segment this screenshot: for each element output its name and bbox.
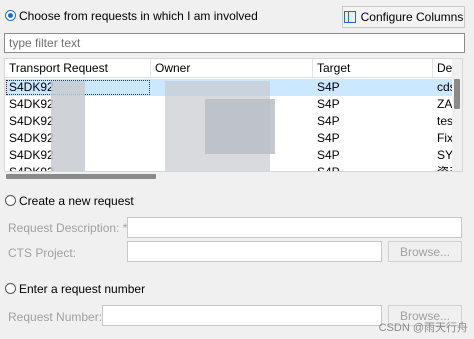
configure-columns-icon xyxy=(343,11,356,23)
cts-project-field[interactable] xyxy=(127,241,382,262)
cts-browse-button[interactable]: Browse... xyxy=(388,241,462,262)
watermark-text: CSDN @雨天行舟 xyxy=(378,322,468,334)
redaction-blur xyxy=(51,81,85,171)
create-request-radio[interactable] xyxy=(5,195,16,206)
target-cell: S4P xyxy=(317,97,340,111)
target-cell: S4P xyxy=(317,165,340,172)
description-cell: ZAI xyxy=(437,97,454,111)
vertical-scroll-thumb[interactable] xyxy=(454,79,460,109)
request-number-radio[interactable] xyxy=(5,283,16,294)
create-request-label: Create a new request xyxy=(19,194,134,208)
description-cell: SYT xyxy=(437,148,454,162)
description-cell: cds xyxy=(437,80,454,94)
table-vertical-scrollbar[interactable] xyxy=(452,59,462,171)
requests-table[interactable]: Transport Request Owner Target Des S4DK9… xyxy=(4,58,463,172)
filter-input[interactable] xyxy=(4,33,465,53)
description-cell: 资产 xyxy=(437,165,454,172)
request-number-label: Request Number: xyxy=(8,310,103,324)
target-cell: S4P xyxy=(317,80,340,94)
target-cell: S4P xyxy=(317,148,340,162)
target-cell: S4P xyxy=(317,114,340,128)
involved-requests-radio[interactable] xyxy=(5,10,16,21)
column-header-owner[interactable]: Owner xyxy=(151,59,313,78)
horizontal-scroll-thumb[interactable] xyxy=(6,174,156,179)
configure-columns-button[interactable]: Configure Columns xyxy=(342,6,465,28)
table-horizontal-scrollbar[interactable] xyxy=(4,172,463,181)
involved-requests-label: Choose from requests in which I am invol… xyxy=(19,9,258,23)
column-header-target[interactable]: Target xyxy=(313,59,433,78)
request-number-field[interactable] xyxy=(102,305,382,326)
target-cell: S4P xyxy=(317,131,340,145)
request-description-field[interactable] xyxy=(127,217,462,238)
redaction-blur xyxy=(205,99,275,154)
configure-columns-label: Configure Columns xyxy=(360,10,464,24)
description-cell: Fixe xyxy=(437,131,454,145)
description-cell: tes xyxy=(437,114,454,128)
cts-project-label: CTS Project: xyxy=(8,246,77,260)
column-header-transport-request[interactable]: Transport Request xyxy=(5,59,151,78)
column-header-description[interactable]: Des xyxy=(433,59,454,78)
request-number-radio-label: Enter a request number xyxy=(19,282,146,296)
request-description-label: Request Description: * xyxy=(8,221,128,235)
